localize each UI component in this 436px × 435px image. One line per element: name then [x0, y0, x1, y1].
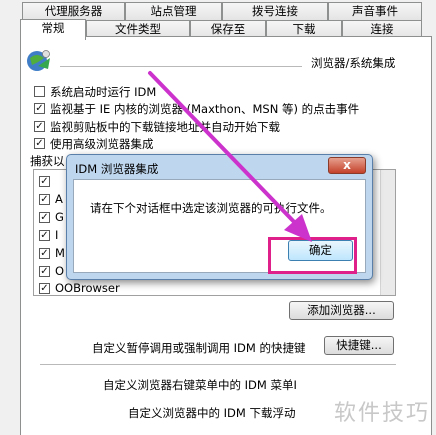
annotation-arrow — [148, 71, 312, 242]
watermark-text: 软件技巧 — [333, 401, 430, 426]
